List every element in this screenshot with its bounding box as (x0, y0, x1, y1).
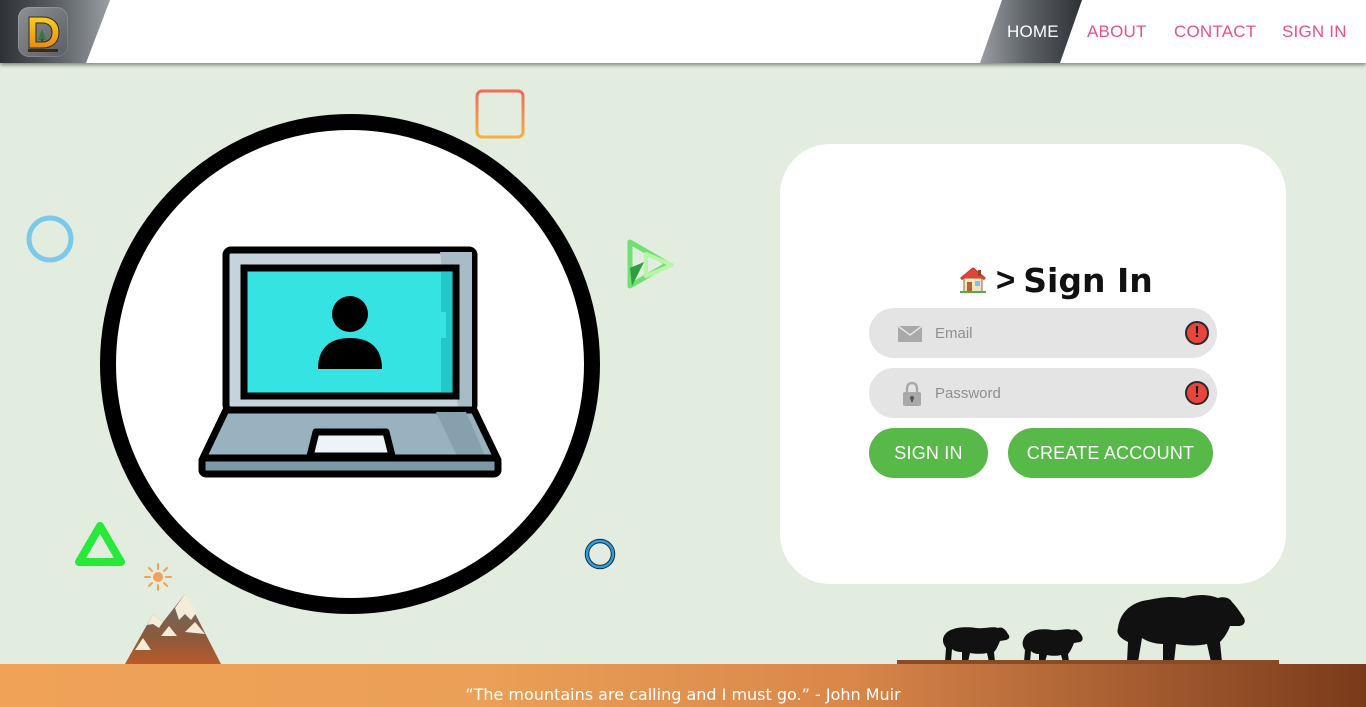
decor-ring-blue (25, 214, 75, 269)
warning-icon: ! (1185, 381, 1209, 405)
email-input[interactable] (935, 308, 1175, 358)
nav-home[interactable]: HOME (1007, 22, 1059, 42)
nav-contact[interactable]: CONTACT (1174, 22, 1256, 42)
decor-triangles-green (624, 238, 676, 297)
logo-icon[interactable] (18, 7, 68, 57)
navbar: HOME ABOUT CONTACT SIGN IN (0, 0, 1366, 63)
create-account-button[interactable]: CREATE ACCOUNT (1008, 428, 1213, 478)
page-title: Sign In (1023, 260, 1153, 300)
footer-quote: “The mountains are calling and I must go… (465, 685, 901, 704)
nav-about[interactable]: ABOUT (1087, 22, 1147, 42)
mountain-icon (123, 592, 223, 671)
breadcrumb-separator: > (996, 261, 1016, 298)
warning-icon: ! (1185, 321, 1209, 345)
decor-triangle-neon (74, 520, 126, 573)
email-icon (897, 322, 923, 349)
lock-icon (902, 381, 922, 412)
sign-in-heading: > Sign In (958, 258, 1153, 302)
decor-ring-small (584, 538, 616, 575)
laptop-user-icon (196, 242, 504, 487)
decor-square (475, 89, 525, 144)
password-input[interactable] (935, 368, 1175, 418)
logo-area (0, 0, 110, 63)
bear-icon (1112, 592, 1248, 669)
footer: “The mountains are calling and I must go… (0, 664, 1366, 707)
sign-in-card (780, 144, 1286, 584)
nav-sign-in[interactable]: SIGN IN (1282, 22, 1347, 42)
house-icon[interactable] (958, 265, 988, 295)
email-field[interactable]: ! (869, 308, 1217, 358)
password-field[interactable]: ! (869, 368, 1217, 418)
sign-in-button[interactable]: SIGN IN (869, 428, 988, 478)
